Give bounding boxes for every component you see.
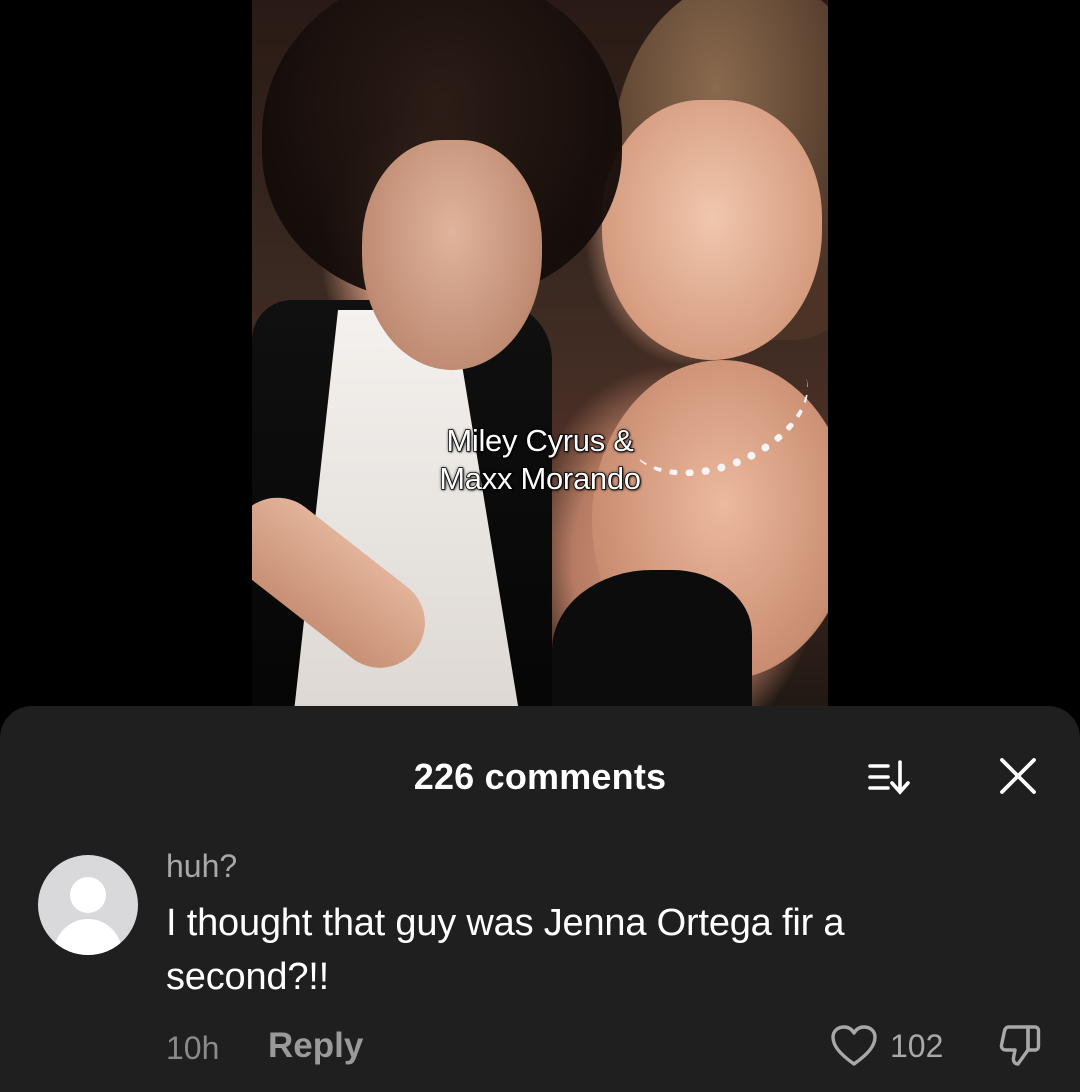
avatar[interactable] — [38, 855, 138, 955]
like-button[interactable]: 102 — [830, 1022, 943, 1070]
video-caption: Miley Cyrus & Maxx Morando — [252, 422, 828, 498]
reply-button[interactable]: Reply — [268, 1026, 363, 1066]
comment-meta-row: 10h Reply 102 — [0, 1020, 1080, 1072]
avatar-placeholder-body — [54, 919, 122, 955]
comment-username[interactable]: huh? — [166, 846, 237, 886]
comment-timestamp: 10h — [166, 1030, 220, 1066]
dislike-button[interactable] — [994, 1020, 1046, 1072]
close-comments-button[interactable] — [992, 750, 1044, 802]
like-count: 102 — [890, 1028, 944, 1064]
comment-text: I thought that guy was Jenna Ortega fir … — [166, 902, 845, 998]
comments-sheet: 226 comments huh? I thought that guy was… — [0, 706, 1080, 1092]
video-image-face-left — [362, 140, 542, 370]
sort-comments-button[interactable] — [860, 754, 916, 802]
sort-icon — [868, 760, 910, 795]
video-caption-line: Maxx Morando — [439, 460, 642, 497]
comments-count-title: 226 comments — [413, 756, 667, 797]
heart-icon — [831, 1025, 877, 1066]
video-image-face-right — [602, 100, 822, 360]
app-viewport: Miley Cyrus & Maxx Morando 226 comments — [0, 0, 1080, 1092]
video-caption-line: Miley Cyrus & — [446, 422, 635, 459]
avatar-placeholder-head — [70, 877, 106, 913]
video-frame[interactable]: Miley Cyrus & Maxx Morando — [252, 0, 828, 730]
thumbs-down-icon — [999, 1025, 1041, 1066]
close-icon — [1000, 758, 1036, 794]
